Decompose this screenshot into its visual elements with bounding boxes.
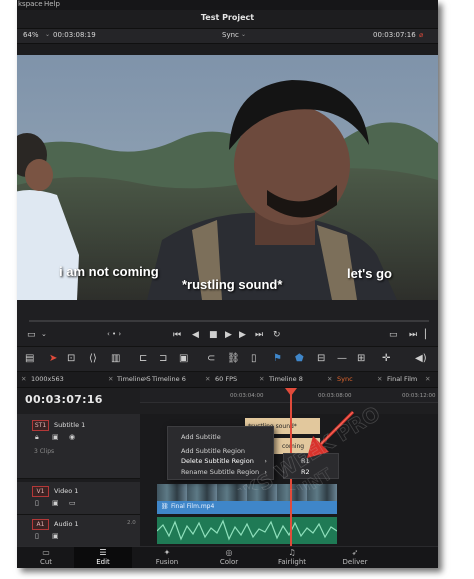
zoom-level[interactable]: 64% xyxy=(23,31,39,39)
cut-page-icon: ▭ xyxy=(42,548,50,557)
audio-track-header[interactable]: A1 Audio 1 2.0 ▯ ▣ xyxy=(17,515,140,547)
track-badge: ST1 xyxy=(32,420,49,431)
menu-workspace[interactable]: kspace xyxy=(18,0,43,8)
fusion-page-icon: ✦ xyxy=(163,548,171,557)
page-label: Edit xyxy=(96,558,110,566)
source-timecode: 00:03:08:19 xyxy=(53,31,96,39)
blade-tool-icon[interactable]: ▥ xyxy=(111,353,120,364)
audio-level: 2.0 xyxy=(127,520,136,526)
next-clip-icon[interactable]: ⏭ xyxy=(409,330,417,340)
caption-icon[interactable]: ▣ xyxy=(52,433,59,441)
page-label: Color xyxy=(219,558,239,566)
edit-page-icon: ☰ xyxy=(99,548,107,557)
page-cut[interactable]: ▭ Cut xyxy=(17,547,75,568)
menu-help[interactable]: Help xyxy=(44,0,60,8)
track-name: Subtitle 1 xyxy=(54,421,86,429)
close-icon[interactable]: ✕ xyxy=(425,375,430,383)
close-icon[interactable]: ✕ xyxy=(108,375,113,383)
video-track-header[interactable]: V1 Video 1 ▯ ▣ ▭ xyxy=(17,482,140,515)
mark-icon[interactable]: ▏ xyxy=(425,330,432,340)
audio-level-icon[interactable]: ◀) xyxy=(415,353,427,364)
auto-select-icon[interactable]: ▣ xyxy=(52,532,59,540)
audio-waveform xyxy=(157,519,337,541)
track-name: Video 1 xyxy=(54,487,79,495)
record-timecode: 00:03:07:16 xyxy=(373,31,416,39)
subtitle-right: let's go xyxy=(347,266,392,281)
tab-1000x563[interactable]: 1000x563 xyxy=(31,375,64,383)
project-title: Test Project xyxy=(200,13,255,22)
subtitle-left: i am not coming xyxy=(59,264,159,279)
clip-count: 3 Clips xyxy=(34,448,55,455)
viewer-mode[interactable]: Sync xyxy=(222,31,239,39)
dynamic-trim-icon[interactable]: ⟨⟩ xyxy=(89,353,97,364)
page-label: Cut xyxy=(39,558,53,566)
watermark-logo: GEEKS WEEK PRO ACCOUNT xyxy=(202,401,385,490)
resolve-app-window: kspace Help Test Project 64% ⌄ 00:03:08:… xyxy=(17,0,438,568)
audio-clip[interactable] xyxy=(157,517,337,544)
svg-text:GEEKS WEEK PRO: GEEKS WEEK PRO xyxy=(202,401,384,490)
video-viewer: i am not coming *rustling sound* let's g… xyxy=(17,55,438,300)
selection-tool-icon[interactable]: ➤ xyxy=(49,353,57,364)
viewer-header: 64% ⌄ 00:03:08:19 Sync ⌄ 00:03:07:16 ⌀ xyxy=(17,28,438,44)
page-label: Deliver xyxy=(342,558,368,566)
page-fusion[interactable]: ✦ Fusion xyxy=(138,547,196,568)
jog-control-icon[interactable]: ‹ • › xyxy=(107,330,121,338)
fairlight-page-icon: ♫ xyxy=(288,548,296,557)
page-deliver[interactable]: ➶ Deliver xyxy=(326,547,384,568)
color-page-icon: ◎ xyxy=(225,548,233,557)
deliver-page-icon: ➶ xyxy=(351,548,359,557)
page-color[interactable]: ◎ Color xyxy=(200,547,258,568)
close-icon[interactable]: ✕ xyxy=(21,375,26,383)
page-navigation-bar: ▭ Cut ☰ Edit ✦ Fusion ◎ Color ♫ Fairlight ➶ De… xyxy=(17,546,438,568)
viewer-options-icon[interactable]: ▭ xyxy=(27,330,36,340)
chevron-down-icon[interactable]: ⌄ xyxy=(45,31,50,38)
trim-tool-icon[interactable]: ⊡ xyxy=(67,353,75,364)
auto-select-icon[interactable]: ▣ xyxy=(52,499,59,507)
title-bar: Test Project xyxy=(17,10,438,28)
timeline-timecode: 00:03:07:16 xyxy=(25,393,103,406)
subtitle-track-header[interactable]: ST1 Subtitle 1 🔒︎ ▣ ◉ 3 Clips xyxy=(17,414,140,479)
page-label: Fairlight xyxy=(277,558,306,566)
timeline-view-icon[interactable]: ▤ xyxy=(25,353,34,364)
video-clip-label: Final Film.mp4 xyxy=(171,503,215,510)
chain-link-icon: ⛓ xyxy=(161,503,169,510)
ruler-tick-label: 00:03:12:00 xyxy=(402,393,436,399)
menu-bar: kspace Help xyxy=(17,0,438,10)
page-edit[interactable]: ☰ Edit xyxy=(74,547,132,568)
disable-track-icon[interactable]: ▭ xyxy=(69,499,76,507)
page-fairlight[interactable]: ♫ Fairlight xyxy=(263,547,321,568)
lock-track-icon[interactable]: ▯ xyxy=(35,499,39,507)
page-label: Fusion xyxy=(155,558,179,566)
eye-icon[interactable]: ◉ xyxy=(69,433,75,441)
track-name: Audio 1 xyxy=(54,520,79,528)
track-badge: A1 xyxy=(32,519,49,530)
lock-track-icon[interactable]: ▯ xyxy=(35,532,39,540)
lock-track-icon[interactable]: 🔒︎ xyxy=(35,433,39,442)
track-badge: V1 xyxy=(32,486,49,497)
chevron-down-icon[interactable]: ⌄ xyxy=(41,330,47,338)
subtitle-center: *rustling sound* xyxy=(182,277,283,292)
chevron-down-icon[interactable]: ⌄ xyxy=(241,31,246,38)
bypass-icon[interactable]: ⌀ xyxy=(419,31,423,39)
